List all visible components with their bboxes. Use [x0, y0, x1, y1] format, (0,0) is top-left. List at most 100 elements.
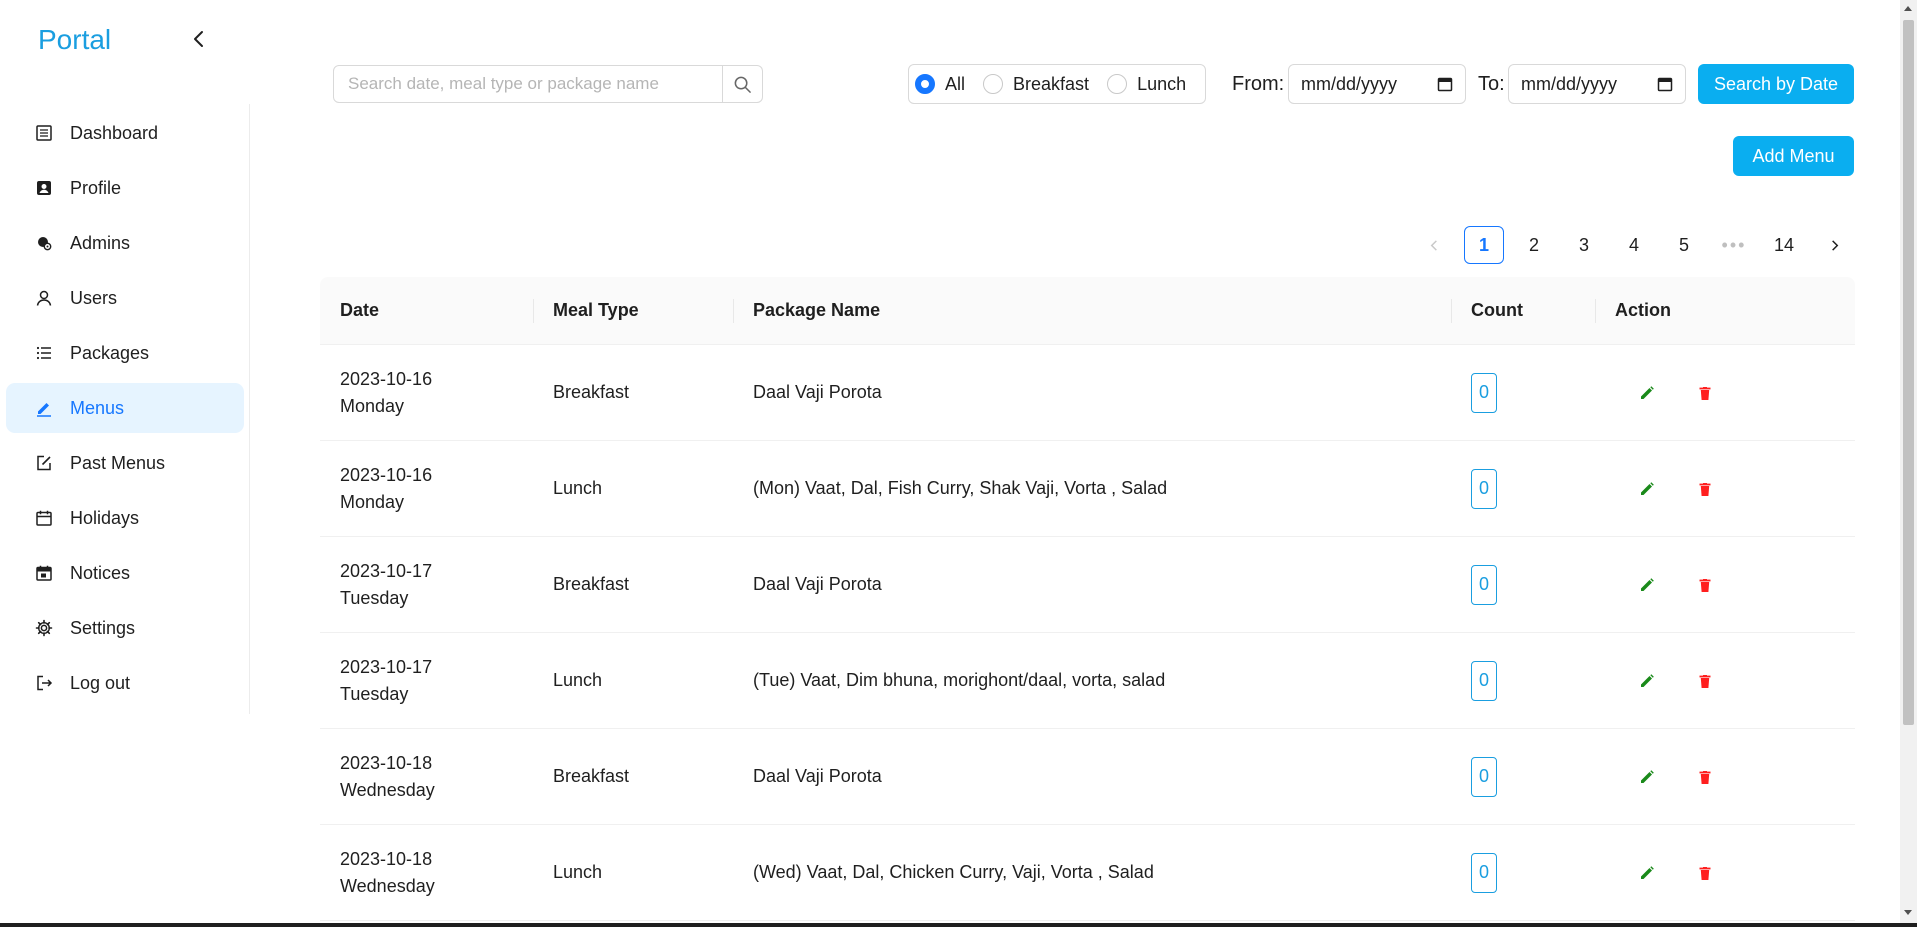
search-by-date-button[interactable]: Search by Date: [1698, 64, 1854, 104]
count-button[interactable]: 0: [1471, 660, 1497, 701]
delete-button[interactable]: [1693, 765, 1717, 789]
trash-icon: [1699, 482, 1711, 496]
profile-icon: [34, 178, 54, 198]
delete-button[interactable]: [1693, 861, 1717, 885]
collapse-sidebar-button[interactable]: [188, 28, 210, 50]
edit-button[interactable]: [1635, 477, 1659, 501]
scroll-down-arrow[interactable]: [1904, 910, 1912, 915]
user-icon: [34, 288, 54, 308]
table-row: 2023-10-16 Monday Breakfast Daal Vaji Por…: [320, 345, 1855, 441]
row-day: Wednesday: [340, 875, 435, 896]
radio-label: Lunch: [1137, 73, 1187, 94]
pagination-page[interactable]: 3: [1564, 226, 1604, 264]
trash-icon: [1699, 770, 1711, 784]
logout-icon: [34, 673, 54, 693]
search-button[interactable]: [723, 65, 763, 103]
table-row: 2023-10-16 Monday Lunch (Mon) Vaat, Dal, …: [320, 441, 1855, 537]
sidebar-item-label: Log out: [70, 672, 131, 693]
row-package-name: Daal Vaji Porota: [753, 574, 882, 594]
sidebar-item-menus[interactable]: Menus: [6, 383, 244, 433]
row-meal-type: Lunch: [553, 862, 603, 882]
trash-icon: [1699, 578, 1711, 592]
row-meal-type: Lunch: [553, 670, 603, 690]
pagination-page[interactable]: 5: [1664, 226, 1704, 264]
row-meal-type: Breakfast: [553, 382, 630, 402]
edit-button[interactable]: [1635, 669, 1659, 693]
pagination-page[interactable]: 1: [1464, 226, 1504, 264]
sidebar-item-label: Profile: [70, 177, 122, 198]
count-button[interactable]: 0: [1471, 468, 1497, 509]
column-header-package-name: Package Name: [733, 277, 1451, 344]
sidebar-item-admins[interactable]: Admins: [6, 218, 244, 268]
page-scrollbar[interactable]: [1900, 0, 1917, 927]
edit-button[interactable]: [1635, 381, 1659, 405]
from-date-input[interactable]: mm/dd/yyyy: [1288, 64, 1466, 104]
add-menu-button[interactable]: Add Menu: [1733, 136, 1854, 176]
delete-button[interactable]: [1693, 477, 1717, 501]
count-button[interactable]: 0: [1471, 564, 1497, 605]
delete-button[interactable]: [1693, 669, 1717, 693]
sidebar-item-notices[interactable]: Notices: [6, 548, 244, 598]
date-cell: 2023-10-16 Monday: [340, 366, 432, 420]
delete-button[interactable]: [1693, 381, 1717, 405]
radio-dot: [1107, 74, 1128, 94]
radio-breakfast[interactable]: Breakfast: [983, 74, 1089, 95]
row-date: 2023-10-16: [340, 368, 433, 389]
pagination-prev[interactable]: [1414, 226, 1454, 264]
date-cell: 2023-10-17 Tuesday: [340, 654, 432, 708]
row-day: Tuesday: [340, 683, 409, 704]
meal-type-filter: All Breakfast Lunch: [908, 64, 1206, 104]
pagination-page[interactable]: 2: [1514, 226, 1554, 264]
chevron-left-icon: [1430, 239, 1437, 251]
sidebar-item-profile[interactable]: Profile: [6, 163, 244, 213]
scroll-up-arrow[interactable]: [1904, 6, 1912, 11]
table-row: 2023-10-17 Tuesday Breakfast Daal Vaji Po…: [320, 537, 1855, 633]
column-header-count: Count: [1451, 277, 1595, 344]
count-button[interactable]: 0: [1471, 852, 1497, 893]
sidebar-item-past-menus[interactable]: Past Menus: [6, 438, 244, 488]
pencil-icon: [1641, 673, 1654, 687]
pagination-page[interactable]: 14: [1764, 226, 1804, 264]
date-cell: 2023-10-17 Tuesday: [340, 558, 432, 612]
to-date-input[interactable]: mm/dd/yyyy: [1508, 64, 1686, 104]
column-header-date: Date: [340, 300, 380, 320]
to-date-value: mm/dd/yyyy: [1521, 73, 1618, 94]
sidebar-item-settings[interactable]: Settings: [6, 603, 244, 653]
schedule-icon: [34, 563, 54, 583]
radio-label: All: [945, 73, 966, 94]
brand-title: Portal: [38, 24, 112, 55]
sidebar-item-label: Packages: [70, 342, 150, 363]
pagination-page[interactable]: 4: [1614, 226, 1654, 264]
search-icon: [734, 76, 751, 93]
table-row: 2023-10-18 Wednesday Breakfast Daal Vaji …: [320, 729, 1855, 825]
count-button[interactable]: 0: [1471, 756, 1497, 797]
search-input[interactable]: [333, 65, 723, 103]
form-icon: [34, 453, 54, 473]
delete-button[interactable]: [1693, 573, 1717, 597]
row-meal-type: Breakfast: [553, 574, 630, 594]
edit-button[interactable]: [1635, 861, 1659, 885]
chevron-right-icon: [1831, 239, 1838, 251]
list-icon: [34, 343, 54, 363]
count-button[interactable]: 0: [1471, 372, 1497, 413]
radio-dot: [983, 74, 1004, 94]
edit-button[interactable]: [1635, 765, 1659, 789]
sidebar-item-packages[interactable]: Packages: [6, 328, 244, 378]
pagination-ellipsis[interactable]: •••: [1714, 226, 1754, 264]
calendar-icon: [34, 508, 54, 528]
edit-button[interactable]: [1635, 573, 1659, 597]
radio-all[interactable]: All: [915, 74, 965, 95]
admins-icon: [34, 233, 54, 253]
sidebar: Portal Dashboard Profile Admins Users Pa…: [0, 0, 250, 927]
sidebar-item-logout[interactable]: Log out: [6, 658, 244, 708]
calendar-icon: [1657, 77, 1673, 92]
sidebar-item-holidays[interactable]: Holidays: [6, 493, 244, 543]
chevron-left-icon: [194, 31, 203, 47]
pagination-next[interactable]: [1814, 226, 1854, 264]
radio-lunch[interactable]: Lunch: [1107, 74, 1186, 95]
sidebar-item-dashboard[interactable]: Dashboard: [6, 108, 244, 158]
scroll-thumb[interactable]: [1903, 20, 1914, 725]
sidebar-item-users[interactable]: Users: [6, 273, 244, 323]
trash-icon: [1699, 866, 1711, 880]
edit-icon: [34, 398, 54, 418]
